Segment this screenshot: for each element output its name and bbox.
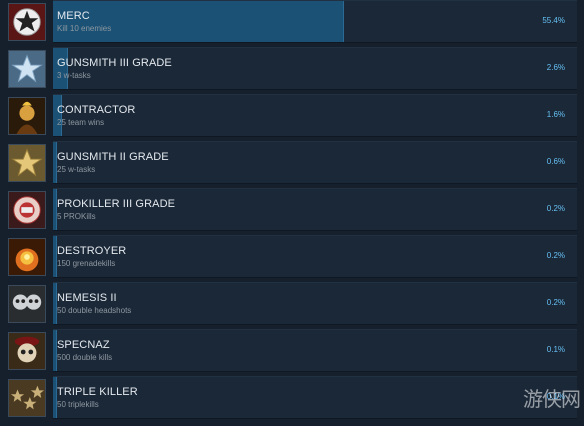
progress-track: PROKILLER III GRADE 5 PROKills 0.2% — [53, 188, 577, 231]
unlock-percent: 0.1% — [546, 345, 565, 354]
achievement-title: TRIPLE KILLER — [57, 386, 138, 398]
progress-track: GUNSMITH III GRADE 3 w-tasks 2.6% — [53, 47, 577, 90]
achievement-description: 150 grenadekills — [57, 259, 116, 268]
achievement-description: 50 double headshots — [57, 306, 132, 315]
skull-beret-icon — [8, 331, 46, 370]
progress-track: CONTRACTOR 25 team wins 1.6% — [53, 94, 577, 137]
achievement-description: 25 team wins — [57, 118, 105, 127]
unlock-percent: 0.2% — [546, 298, 565, 307]
achievement-title: SPECNAZ — [57, 339, 110, 351]
achievement-row[interactable]: GUNSMITH II GRADE 25 w-tasks 0.6% — [8, 141, 577, 184]
star-icon — [8, 2, 46, 41]
progress-track: TRIPLE KILLER 50 triplekills 0.1% — [53, 376, 577, 419]
achievement-description: Kill 10 enemies — [57, 24, 112, 33]
achievement-title: NEMESIS II — [57, 292, 117, 304]
watermark: 游侠网 — [523, 387, 581, 411]
achievement-title: DESTROYER — [57, 245, 127, 257]
triple-stars-icon — [8, 378, 46, 417]
silver-star-icon — [8, 49, 46, 88]
progress-track: MERC Kill 10 enemies 55.4% — [53, 0, 577, 43]
explosion-icon — [8, 237, 46, 276]
achievement-row[interactable]: MERC Kill 10 enemies 55.4% — [8, 0, 577, 43]
progress-track: NEMESIS II 50 double headshots 0.2% — [53, 282, 577, 325]
achievement-title: GUNSMITH II GRADE — [57, 151, 169, 163]
gold-star-icon — [8, 143, 46, 182]
progress-track: DESTROYER 150 grenadekills 0.2% — [53, 235, 577, 278]
prokiller-emblem-icon — [8, 190, 46, 229]
unlock-percent: 2.6% — [546, 63, 565, 72]
achievement-row[interactable]: NEMESIS II 50 double headshots 0.2% — [8, 282, 577, 325]
progress-track: GUNSMITH II GRADE 25 w-tasks 0.6% — [53, 141, 577, 184]
achievement-row[interactable]: TRIPLE KILLER 50 triplekills 0.1% — [8, 376, 577, 419]
progress-fill — [53, 1, 345, 42]
unlock-percent: 0.6% — [546, 157, 565, 166]
achievement-row[interactable]: SPECNAZ 500 double kills 0.1% — [8, 329, 577, 372]
achievement-row[interactable]: PROKILLER III GRADE 5 PROKills 0.2% — [8, 188, 577, 231]
achievement-description: 5 PROKills — [57, 212, 96, 221]
achievement-row[interactable]: CONTRACTOR 25 team wins 1.6% — [8, 94, 577, 137]
unlock-percent: 0.2% — [546, 251, 565, 260]
soldier-fire-icon — [8, 96, 46, 135]
unlock-percent: 1.6% — [546, 110, 565, 119]
achievement-description: 500 double kills — [57, 353, 113, 362]
achievement-description: 25 w-tasks — [57, 165, 96, 174]
achievement-description: 50 triplekills — [57, 400, 99, 409]
achievement-row[interactable]: GUNSMITH III GRADE 3 w-tasks 2.6% — [8, 47, 577, 90]
twin-skulls-icon — [8, 284, 46, 323]
achievement-title: PROKILLER III GRADE — [57, 198, 176, 210]
achievement-row[interactable]: DESTROYER 150 grenadekills 0.2% — [8, 235, 577, 278]
achievement-title: GUNSMITH III GRADE — [57, 57, 172, 69]
unlock-percent: 55.4% — [542, 16, 565, 25]
progress-track: SPECNAZ 500 double kills 0.1% — [53, 329, 577, 372]
achievement-description: 3 w-tasks — [57, 71, 91, 80]
achievement-title: MERC — [57, 10, 90, 22]
achievement-title: CONTRACTOR — [57, 104, 136, 116]
unlock-percent: 0.2% — [546, 204, 565, 213]
